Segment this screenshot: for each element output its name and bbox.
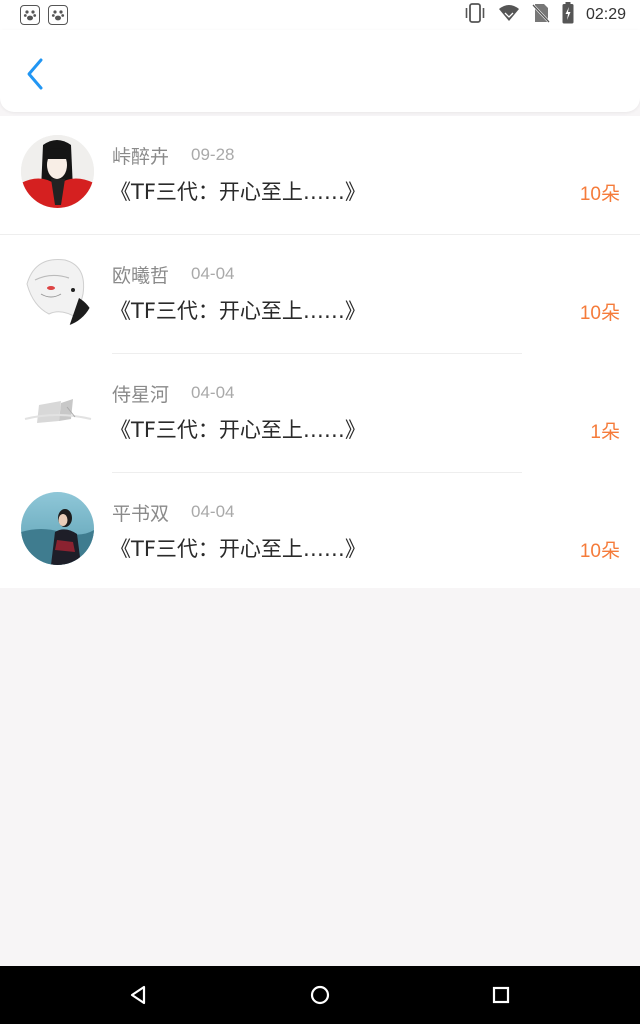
gift-amount: 10朵 <box>579 541 620 562</box>
avatar <box>21 492 94 565</box>
home-circle-icon[interactable] <box>309 984 331 1006</box>
vibrate-icon <box>464 3 486 27</box>
book-title: 《TF三代：开心至上……》 <box>110 537 366 561</box>
back-button[interactable] <box>18 54 52 98</box>
book-title: 《TF三代：开心至上……》 <box>110 299 366 323</box>
list-item[interactable]: 平书双 04-04 《TF三代：开心至上……》 10朵 <box>0 473 640 592</box>
screen: 02:29 峠醉卉 09-28 《TF三代：开心至上……》 10朵 欧曦哲 04… <box>0 0 640 1024</box>
gift-date: 04-04 <box>191 264 235 283</box>
wifi-icon <box>498 4 520 26</box>
battery-charging-icon <box>562 2 574 28</box>
gift-amount: 10朵 <box>579 184 620 205</box>
gift-date: 09-28 <box>191 145 235 164</box>
sender-name: 侍星河 <box>112 384 170 406</box>
gift-date: 04-04 <box>191 502 235 521</box>
back-triangle-icon[interactable] <box>128 984 150 1006</box>
baidu-paw-icon <box>20 5 40 25</box>
no-sim-icon <box>532 3 550 27</box>
navigation-bar <box>0 966 640 1024</box>
avatar <box>21 135 94 208</box>
list-item[interactable]: 侍星河 04-04 《TF三代：开心至上……》 1朵 <box>0 354 640 473</box>
baidu-paw-icon <box>48 5 68 25</box>
book-title: 《TF三代：开心至上……》 <box>110 418 366 442</box>
book-title: 《TF三代：开心至上……》 <box>110 180 366 204</box>
gift-list: 峠醉卉 09-28 《TF三代：开心至上……》 10朵 欧曦哲 04-04 《T… <box>0 116 640 588</box>
gift-date: 04-04 <box>191 383 235 402</box>
sender-name: 峠醉卉 <box>112 146 170 168</box>
status-bar: 02:29 <box>0 0 640 30</box>
sender-name: 平书双 <box>112 503 170 525</box>
list-item[interactable]: 欧曦哲 04-04 《TF三代：开心至上……》 10朵 <box>0 235 640 354</box>
sender-name: 欧曦哲 <box>112 265 170 287</box>
status-left <box>20 5 68 25</box>
avatar <box>21 254 94 327</box>
status-right: 02:29 <box>464 2 626 28</box>
avatar <box>21 373 94 446</box>
recents-square-icon[interactable] <box>490 984 512 1006</box>
gift-amount: 1朵 <box>590 422 620 443</box>
list-item[interactable]: 峠醉卉 09-28 《TF三代：开心至上……》 10朵 <box>0 116 640 235</box>
chevron-left-icon <box>25 57 45 95</box>
status-time: 02:29 <box>585 6 626 23</box>
header <box>0 30 640 112</box>
gift-amount: 10朵 <box>579 303 620 324</box>
